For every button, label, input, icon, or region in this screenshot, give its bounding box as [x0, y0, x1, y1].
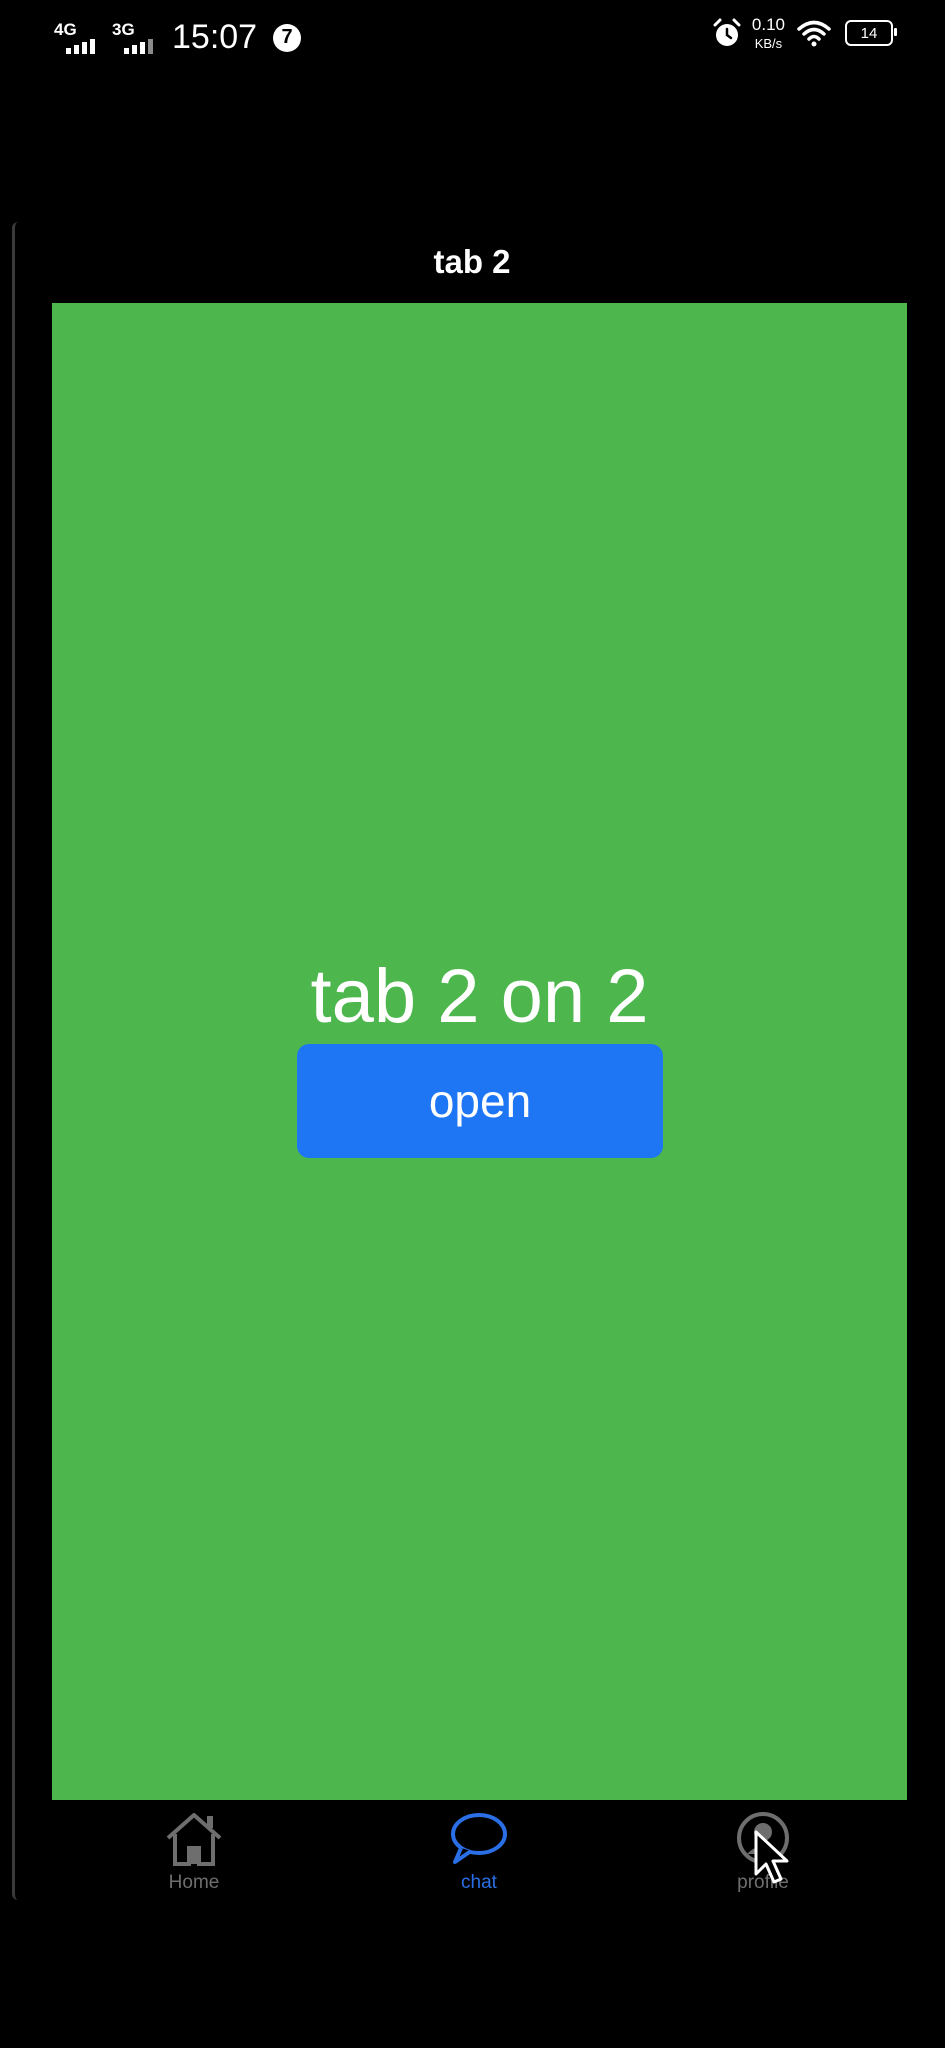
- tab-home-label: Home: [168, 1872, 220, 1893]
- tab-heading: tab 2 on 2: [310, 954, 649, 1039]
- network-type-1: 4G: [54, 19, 77, 39]
- tab-chat[interactable]: chat: [379, 1800, 579, 1900]
- battery-icon: 14: [845, 20, 897, 46]
- alarm-clock-icon: [713, 18, 741, 46]
- navigation-bar: tab 2: [22, 225, 922, 303]
- network-type-2: 3G: [112, 19, 135, 39]
- status-time: 15:07: [172, 18, 258, 56]
- network-speed: 0.10 KB/s: [752, 16, 785, 50]
- page-title: tab 2: [433, 243, 511, 280]
- signal-3g-icon: 3G: [110, 20, 160, 56]
- chat-bubble-icon: [451, 1813, 507, 1864]
- wifi-icon: [797, 20, 831, 47]
- signal-4g-icon: 4G: [52, 20, 102, 56]
- tab-chat-label: chat: [461, 1872, 497, 1893]
- network-speed-value: 0.10: [751, 15, 785, 34]
- tab-content-area: tab 2 on 2 open: [52, 303, 907, 1800]
- battery-level: 14: [860, 24, 878, 42]
- status-bar-left: 4G 3G 15:07 7: [52, 18, 302, 57]
- status-bar: 4G 3G 15:07 7 0.10 KB/s 14: [0, 0, 945, 75]
- home-icon: [166, 1813, 222, 1866]
- app-frame-edge: [12, 222, 25, 1900]
- tab-home[interactable]: Home: [94, 1800, 294, 1900]
- notification-count-badge: 7: [273, 23, 302, 52]
- open-button[interactable]: open: [297, 1044, 663, 1158]
- status-bar-right: 0.10 KB/s 14: [712, 16, 897, 50]
- network-speed-unit: KB/s: [754, 36, 783, 51]
- mouse-pointer-icon: [754, 1830, 789, 1884]
